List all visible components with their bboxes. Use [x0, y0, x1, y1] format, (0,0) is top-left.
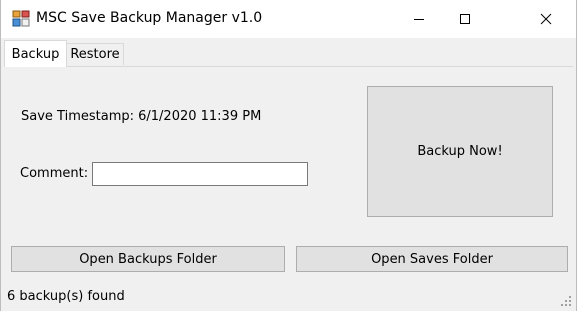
maximize-button[interactable]	[442, 0, 488, 38]
status-text: 6 backup(s) found	[7, 289, 125, 304]
comment-input[interactable]	[92, 162, 308, 186]
open-backups-folder-button[interactable]: Open Backups Folder	[11, 246, 285, 272]
window-title: MSC Save Backup Manager v1.0	[36, 10, 263, 26]
open-saves-folder-button[interactable]: Open Saves Folder	[296, 246, 568, 272]
backup-now-button[interactable]: Backup Now!	[367, 86, 553, 217]
close-button[interactable]	[523, 0, 569, 38]
close-icon	[540, 13, 552, 25]
status-bar: 6 backup(s) found	[1, 285, 576, 311]
minimize-icon	[414, 19, 424, 20]
tab-restore[interactable]: Restore	[67, 43, 124, 65]
app-window: MSC Save Backup Manager v1.0 Backup Rest…	[0, 0, 577, 311]
title-bar[interactable]: MSC Save Backup Manager v1.0	[1, 0, 576, 38]
maximize-icon	[460, 14, 470, 24]
minimize-button[interactable]	[396, 0, 442, 38]
comment-label: Comment:	[20, 166, 89, 181]
tab-strip: Backup Restore	[1, 38, 576, 67]
app-grid-icon	[12, 10, 30, 27]
tab-backup[interactable]: Backup	[4, 40, 67, 67]
resize-grip-icon[interactable]	[560, 295, 572, 307]
save-timestamp-label: Save Timestamp: 6/1/2020 11:39 PM	[21, 109, 262, 124]
